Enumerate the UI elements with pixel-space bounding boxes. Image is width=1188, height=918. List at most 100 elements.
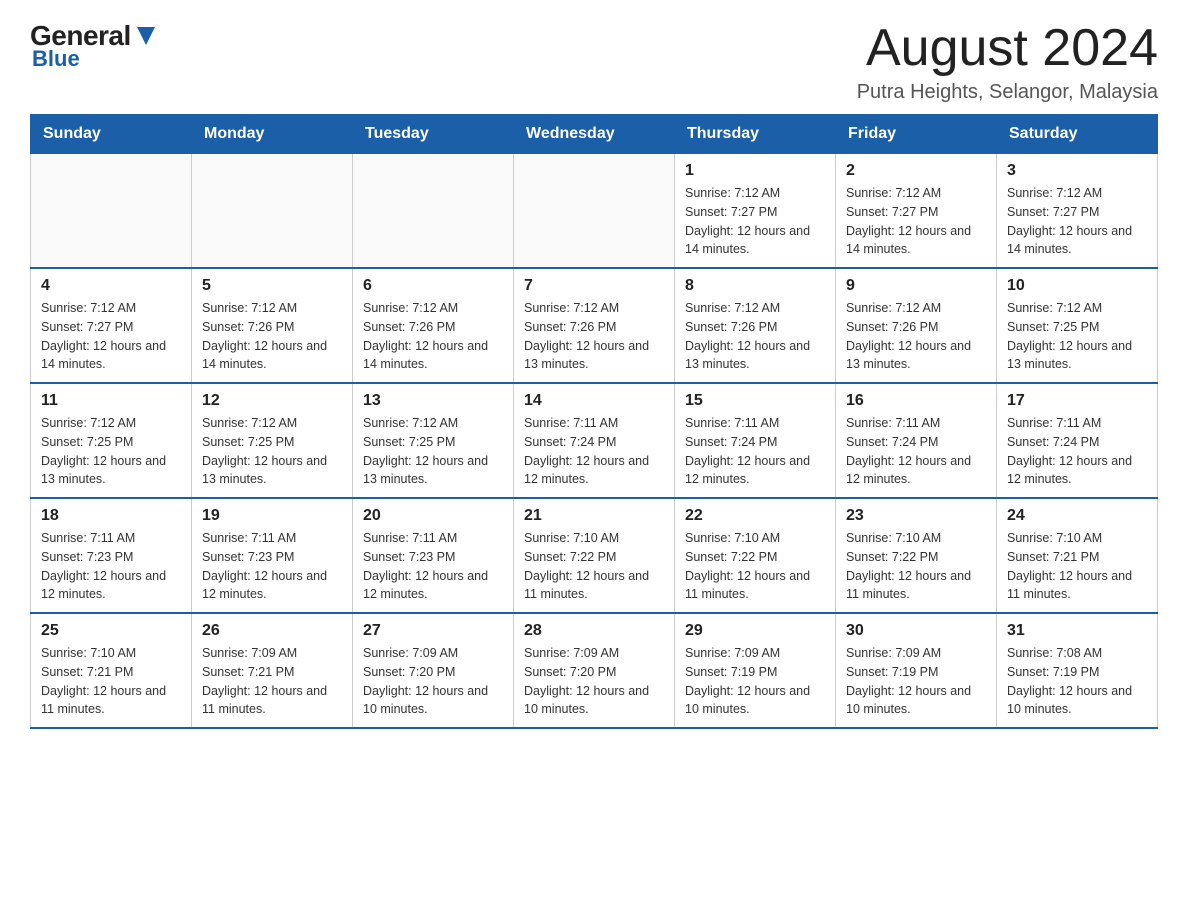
- col-thursday: Thursday: [675, 115, 836, 154]
- calendar-day-cell: 5 Sunrise: 7:12 AMSunset: 7:26 PMDaylight…: [192, 268, 353, 383]
- col-wednesday: Wednesday: [514, 115, 675, 154]
- sun-info: Sunrise: 7:12 AMSunset: 7:26 PMDaylight:…: [363, 299, 503, 374]
- calendar-day-cell: [192, 154, 353, 269]
- calendar-day-cell: 1 Sunrise: 7:12 AMSunset: 7:27 PMDaylight…: [675, 154, 836, 269]
- sun-info: Sunrise: 7:09 AMSunset: 7:19 PMDaylight:…: [846, 644, 986, 719]
- col-friday: Friday: [836, 115, 997, 154]
- day-number: 19: [202, 507, 342, 525]
- sun-info: Sunrise: 7:11 AMSunset: 7:23 PMDaylight:…: [41, 529, 181, 604]
- calendar-day-cell: [514, 154, 675, 269]
- day-number: 4: [41, 277, 181, 295]
- calendar-table: Sunday Monday Tuesday Wednesday Thursday…: [30, 114, 1158, 729]
- calendar-day-cell: 21 Sunrise: 7:10 AMSunset: 7:22 PMDayligh…: [514, 498, 675, 613]
- sun-info: Sunrise: 7:09 AMSunset: 7:20 PMDaylight:…: [524, 644, 664, 719]
- day-number: 31: [1007, 622, 1147, 640]
- day-number: 26: [202, 622, 342, 640]
- day-number: 13: [363, 392, 503, 410]
- sun-info: Sunrise: 7:09 AMSunset: 7:20 PMDaylight:…: [363, 644, 503, 719]
- day-number: 30: [846, 622, 986, 640]
- calendar-day-cell: 15 Sunrise: 7:11 AMSunset: 7:24 PMDayligh…: [675, 383, 836, 498]
- calendar-week-row: 18 Sunrise: 7:11 AMSunset: 7:23 PMDayligh…: [31, 498, 1158, 613]
- sun-info: Sunrise: 7:11 AMSunset: 7:23 PMDaylight:…: [202, 529, 342, 604]
- day-number: 3: [1007, 162, 1147, 180]
- day-number: 9: [846, 277, 986, 295]
- day-number: 12: [202, 392, 342, 410]
- day-number: 16: [846, 392, 986, 410]
- sun-info: Sunrise: 7:12 AMSunset: 7:25 PMDaylight:…: [202, 414, 342, 489]
- calendar-day-cell: 6 Sunrise: 7:12 AMSunset: 7:26 PMDaylight…: [353, 268, 514, 383]
- calendar-day-cell: 8 Sunrise: 7:12 AMSunset: 7:26 PMDaylight…: [675, 268, 836, 383]
- sun-info: Sunrise: 7:12 AMSunset: 7:27 PMDaylight:…: [685, 184, 825, 259]
- calendar-header-row: Sunday Monday Tuesday Wednesday Thursday…: [31, 115, 1158, 154]
- title-section: August 2024 Putra Heights, Selangor, Mal…: [857, 20, 1158, 104]
- day-number: 6: [363, 277, 503, 295]
- calendar-day-cell: [31, 154, 192, 269]
- calendar-day-cell: 14 Sunrise: 7:11 AMSunset: 7:24 PMDayligh…: [514, 383, 675, 498]
- sun-info: Sunrise: 7:11 AMSunset: 7:24 PMDaylight:…: [1007, 414, 1147, 489]
- calendar-week-row: 4 Sunrise: 7:12 AMSunset: 7:27 PMDaylight…: [31, 268, 1158, 383]
- sun-info: Sunrise: 7:12 AMSunset: 7:25 PMDaylight:…: [363, 414, 503, 489]
- calendar-day-cell: 28 Sunrise: 7:09 AMSunset: 7:20 PMDayligh…: [514, 613, 675, 728]
- calendar-day-cell: 3Sunrise: 7:12 AMSunset: 7:27 PMDaylight…: [997, 154, 1158, 269]
- calendar-day-cell: 23Sunrise: 7:10 AMSunset: 7:22 PMDayligh…: [836, 498, 997, 613]
- col-saturday: Saturday: [997, 115, 1158, 154]
- calendar-day-cell: 12 Sunrise: 7:12 AMSunset: 7:25 PMDayligh…: [192, 383, 353, 498]
- day-number: 5: [202, 277, 342, 295]
- calendar-day-cell: 20Sunrise: 7:11 AMSunset: 7:23 PMDayligh…: [353, 498, 514, 613]
- calendar-day-cell: 16 Sunrise: 7:11 AMSunset: 7:24 PMDayligh…: [836, 383, 997, 498]
- day-number: 28: [524, 622, 664, 640]
- sun-info: Sunrise: 7:09 AMSunset: 7:21 PMDaylight:…: [202, 644, 342, 719]
- sun-info: Sunrise: 7:12 AMSunset: 7:26 PMDaylight:…: [202, 299, 342, 374]
- calendar-week-row: 1 Sunrise: 7:12 AMSunset: 7:27 PMDaylight…: [31, 154, 1158, 269]
- sun-info: Sunrise: 7:10 AMSunset: 7:22 PMDaylight:…: [846, 529, 986, 604]
- sun-info: Sunrise: 7:11 AMSunset: 7:24 PMDaylight:…: [846, 414, 986, 489]
- calendar-day-cell: 30 Sunrise: 7:09 AMSunset: 7:19 PMDayligh…: [836, 613, 997, 728]
- sun-info: Sunrise: 7:11 AMSunset: 7:23 PMDaylight:…: [363, 529, 503, 604]
- day-number: 8: [685, 277, 825, 295]
- calendar-day-cell: 26 Sunrise: 7:09 AMSunset: 7:21 PMDayligh…: [192, 613, 353, 728]
- sun-info: Sunrise: 7:12 AMSunset: 7:26 PMDaylight:…: [524, 299, 664, 374]
- calendar-day-cell: 9 Sunrise: 7:12 AMSunset: 7:26 PMDaylight…: [836, 268, 997, 383]
- calendar-week-row: 25Sunrise: 7:10 AMSunset: 7:21 PMDayligh…: [31, 613, 1158, 728]
- sun-info: Sunrise: 7:12 AMSunset: 7:27 PMDaylight:…: [846, 184, 986, 259]
- calendar-day-cell: 22 Sunrise: 7:10 AMSunset: 7:22 PMDayligh…: [675, 498, 836, 613]
- sun-info: Sunrise: 7:10 AMSunset: 7:22 PMDaylight:…: [524, 529, 664, 604]
- sun-info: Sunrise: 7:11 AMSunset: 7:24 PMDaylight:…: [685, 414, 825, 489]
- sun-info: Sunrise: 7:10 AMSunset: 7:22 PMDaylight:…: [685, 529, 825, 604]
- month-title: August 2024: [857, 20, 1158, 77]
- day-number: 15: [685, 392, 825, 410]
- day-number: 27: [363, 622, 503, 640]
- sun-info: Sunrise: 7:10 AMSunset: 7:21 PMDaylight:…: [1007, 529, 1147, 604]
- day-number: 29: [685, 622, 825, 640]
- day-number: 2: [846, 162, 986, 180]
- logo-blue-text: Blue: [32, 46, 80, 72]
- calendar-day-cell: 13 Sunrise: 7:12 AMSunset: 7:25 PMDayligh…: [353, 383, 514, 498]
- location: Putra Heights, Selangor, Malaysia: [857, 81, 1158, 104]
- day-number: 11: [41, 392, 181, 410]
- sun-info: Sunrise: 7:12 AMSunset: 7:27 PMDaylight:…: [41, 299, 181, 374]
- calendar-day-cell: 24Sunrise: 7:10 AMSunset: 7:21 PMDayligh…: [997, 498, 1158, 613]
- calendar-day-cell: [353, 154, 514, 269]
- day-number: 18: [41, 507, 181, 525]
- calendar-day-cell: 29 Sunrise: 7:09 AMSunset: 7:19 PMDayligh…: [675, 613, 836, 728]
- sun-info: Sunrise: 7:12 AMSunset: 7:25 PMDaylight:…: [1007, 299, 1147, 374]
- sun-info: Sunrise: 7:12 AMSunset: 7:26 PMDaylight:…: [846, 299, 986, 374]
- sun-info: Sunrise: 7:08 AMSunset: 7:19 PMDaylight:…: [1007, 644, 1147, 719]
- calendar-day-cell: 11Sunrise: 7:12 AMSunset: 7:25 PMDayligh…: [31, 383, 192, 498]
- calendar-day-cell: 2 Sunrise: 7:12 AMSunset: 7:27 PMDaylight…: [836, 154, 997, 269]
- day-number: 1: [685, 162, 825, 180]
- sun-info: Sunrise: 7:12 AMSunset: 7:26 PMDaylight:…: [685, 299, 825, 374]
- day-number: 21: [524, 507, 664, 525]
- day-number: 14: [524, 392, 664, 410]
- sun-info: Sunrise: 7:11 AMSunset: 7:24 PMDaylight:…: [524, 414, 664, 489]
- calendar-day-cell: 18 Sunrise: 7:11 AMSunset: 7:23 PMDayligh…: [31, 498, 192, 613]
- col-sunday: Sunday: [31, 115, 192, 154]
- sun-info: Sunrise: 7:09 AMSunset: 7:19 PMDaylight:…: [685, 644, 825, 719]
- day-number: 10: [1007, 277, 1147, 295]
- day-number: 22: [685, 507, 825, 525]
- logo-triangle-icon: [135, 23, 157, 51]
- logo: General Blue: [30, 20, 157, 72]
- sun-info: Sunrise: 7:10 AMSunset: 7:21 PMDaylight:…: [41, 644, 181, 719]
- page-header: General Blue August 2024 Putra Heights, …: [30, 20, 1158, 104]
- day-number: 17: [1007, 392, 1147, 410]
